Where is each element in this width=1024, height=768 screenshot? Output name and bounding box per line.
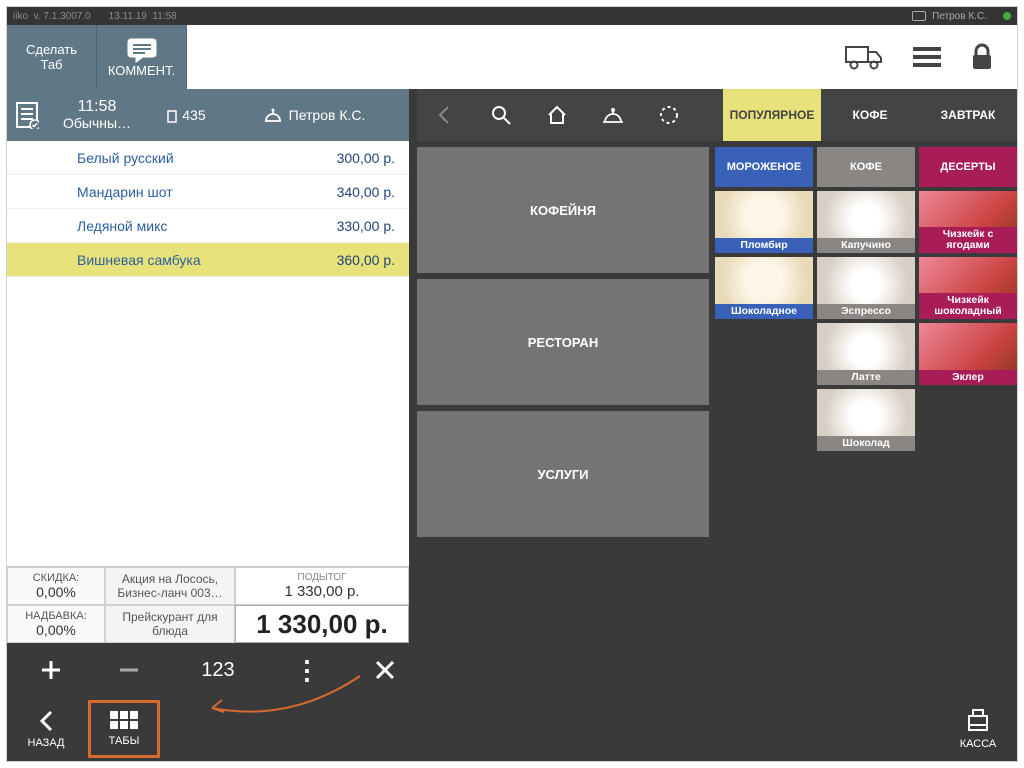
back-button[interactable]: НАЗАД <box>7 697 85 761</box>
product-tile[interactable]: Латте <box>817 323 915 385</box>
subcategory[interactable]: ДЕСЕРТЫ <box>919 147 1017 187</box>
app-time: 11:58 <box>152 11 176 22</box>
app-name: iiko <box>13 11 28 22</box>
subtotal-cell: ПОДЫТОГ 1 330,00 р. <box>235 567 409 605</box>
app-version: v. 7.1.3007.0 <box>34 11 91 22</box>
order-line[interactable]: Мандарин шот340,00 р. <box>7 175 409 209</box>
menu-icon[interactable] <box>913 46 941 68</box>
waiter-icon <box>263 107 283 123</box>
product-tile[interactable]: Капучино <box>817 191 915 253</box>
surcharge-cell[interactable]: НАДБАВКА: 0,00% <box>7 605 105 643</box>
promo-button[interactable]: Акция на Лосось, Бизнес-ланч 003… <box>105 567 235 605</box>
product-label: Пломбир <box>715 238 813 253</box>
app-date: 13.11.19 <box>109 11 147 22</box>
product-label: Чизкейк шоколадный <box>919 293 1017 319</box>
order-line[interactable]: Ледяной микс330,00 р. <box>7 209 409 243</box>
cash-button[interactable]: КАССА <box>939 697 1017 761</box>
minus-button[interactable] <box>95 659 163 681</box>
plus-button[interactable] <box>17 659 85 681</box>
qty-display[interactable]: 123 <box>173 659 263 682</box>
line-price: 340,00 р. <box>337 184 395 200</box>
pricelist-button[interactable]: Прейскурант для блюда <box>105 605 235 643</box>
product-label: Эклер <box>919 370 1017 385</box>
category-tab[interactable]: ПОПУЛЯРНОЕ <box>723 89 821 141</box>
subcategory[interactable]: КОФЕ <box>817 147 915 187</box>
waiter-name: Петров К.С. <box>289 107 366 123</box>
product-tile[interactable]: Пломбир <box>715 191 813 253</box>
product-tile[interactable]: Шоколад <box>817 389 915 451</box>
guest-icon <box>166 109 178 123</box>
product-label: Шоколад <box>817 436 915 451</box>
product-tile[interactable]: Шоколадное <box>715 257 813 319</box>
product-label: Капучино <box>817 238 915 253</box>
grand-total: 1 330,00 р. <box>235 605 409 643</box>
delete-button[interactable] <box>351 659 419 681</box>
scale-icon[interactable] <box>585 89 641 141</box>
topbar: Сделать Таб КОММЕНТ. <box>7 25 1017 89</box>
line-price: 300,00 р. <box>337 150 395 166</box>
product-label: Чизкейк с ягодами <box>919 227 1017 253</box>
category-tab[interactable]: КОФЕ <box>821 89 919 141</box>
line-price: 330,00 р. <box>337 218 395 234</box>
line-price: 360,00 р. <box>337 252 395 268</box>
product-label: Шоколадное <box>715 304 813 319</box>
titlebar: iiko v. 7.1.3007.0 13.11.19 11:58 Петров… <box>7 7 1017 25</box>
line-name: Белый русский <box>77 150 337 166</box>
order-line[interactable]: Белый русский300,00 р. <box>7 141 409 175</box>
comment-icon <box>126 37 158 63</box>
line-name: Ледяной микс <box>77 218 337 234</box>
subcategory[interactable]: МОРОЖЕНОЕ <box>715 147 813 187</box>
loading-icon[interactable] <box>641 89 697 141</box>
delivery-icon[interactable] <box>845 44 883 70</box>
ops-row: 123 ⋮ <box>7 643 409 697</box>
big-category[interactable]: РЕСТОРАН <box>417 279 709 405</box>
cash-register-icon <box>966 708 990 734</box>
tabs-button[interactable]: ТАБЫ <box>85 697 163 761</box>
product-label: Латте <box>817 370 915 385</box>
make-tab-button[interactable]: Сделать Таб <box>7 25 97 89</box>
order-time: 11:58 <box>49 98 145 115</box>
big-category[interactable]: УСЛУГИ <box>417 411 709 537</box>
order-mode: Обычны… <box>49 115 145 132</box>
line-name: Мандарин шот <box>77 184 337 200</box>
category-tab[interactable]: ЗАВТРАК <box>919 89 1017 141</box>
lock-icon[interactable] <box>971 43 993 71</box>
home-icon[interactable] <box>529 89 585 141</box>
search-icon[interactable] <box>473 89 529 141</box>
receipt-icon <box>15 101 39 129</box>
discount-cell[interactable]: СКИДКА: 0,00% <box>7 567 105 605</box>
more-button[interactable]: ⋮ <box>273 655 341 686</box>
nav-back-icon[interactable] <box>417 89 473 141</box>
guest-count: 435 <box>182 107 205 123</box>
product-tile[interactable]: Эклер <box>919 323 1017 385</box>
chevron-left-icon <box>37 709 55 733</box>
product-tile[interactable]: Чизкейк шоколадный <box>919 257 1017 319</box>
line-name: Вишневая самбука <box>77 252 337 268</box>
product-tile[interactable]: Чизкейк с ягодами <box>919 191 1017 253</box>
order-line[interactable]: Вишневая самбука360,00 р. <box>7 243 409 277</box>
mail-icon[interactable] <box>912 11 926 21</box>
product-tile[interactable]: Эспрессо <box>817 257 915 319</box>
product-label: Эспрессо <box>817 304 915 319</box>
status-dot-icon <box>1003 12 1011 20</box>
big-category[interactable]: КОФЕЙНЯ <box>417 147 709 273</box>
user-name: Петров К.С. <box>932 11 987 22</box>
order-header: 11:58 Обычны… 435 Петров К.С. <box>7 89 409 141</box>
grid-icon <box>110 711 138 731</box>
comment-button[interactable]: КОММЕНТ. <box>97 25 187 89</box>
